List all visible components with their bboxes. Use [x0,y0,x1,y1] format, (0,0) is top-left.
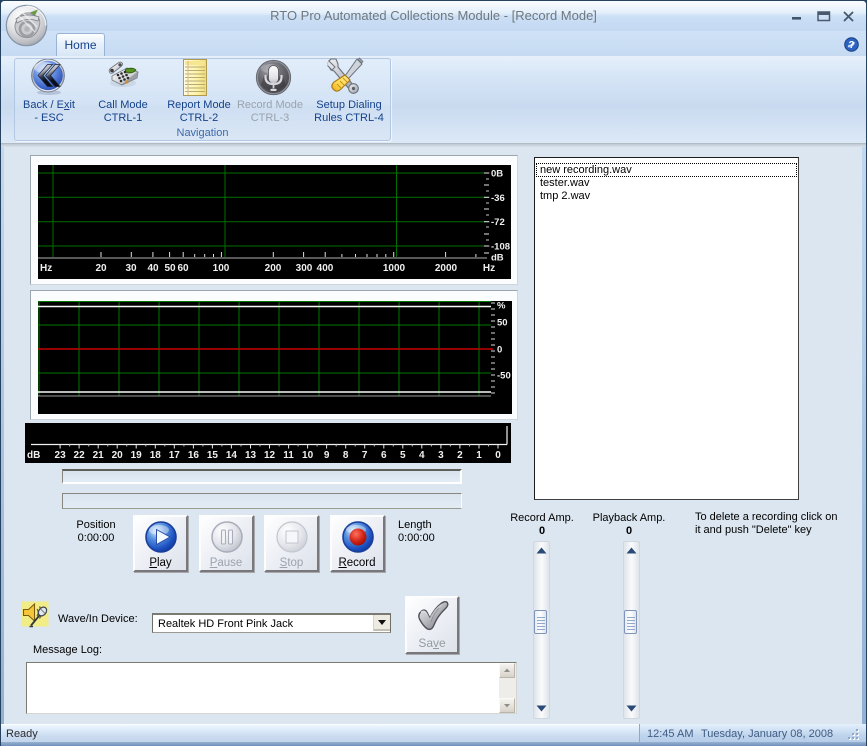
svg-text:23: 23 [55,450,67,461]
svg-text:8: 8 [343,450,349,461]
svg-text:40: 40 [147,263,159,274]
svg-text:9: 9 [324,450,330,461]
svg-text:50: 50 [164,263,176,274]
svg-text:-72: -72 [491,217,505,228]
svg-text:2000: 2000 [435,263,458,274]
svg-text:16: 16 [188,450,200,461]
svg-text:18: 18 [150,450,162,461]
svg-text:7: 7 [362,450,368,461]
svg-text:5: 5 [400,450,406,461]
svg-text:300: 300 [296,263,313,274]
svg-text:19: 19 [131,450,143,461]
svg-text:-108: -108 [491,242,510,253]
svg-text:21: 21 [93,450,105,461]
svg-text:?: ? [848,40,854,51]
svg-text:Hz: Hz [40,263,52,274]
svg-text:6: 6 [381,450,387,461]
svg-text:10: 10 [302,450,314,461]
svg-text:1: 1 [476,450,482,461]
svg-text:13: 13 [245,450,257,461]
svg-text:20: 20 [95,263,107,274]
svg-text:400: 400 [317,263,334,274]
svg-text:22: 22 [74,450,86,461]
svg-text:2: 2 [457,450,463,461]
svg-text:200: 200 [265,263,282,274]
svg-text:15: 15 [207,450,219,461]
svg-text:11: 11 [283,450,294,461]
svg-text:%: % [497,301,506,312]
svg-text:Hz: Hz [483,263,495,274]
svg-text:0B: 0B [491,169,503,180]
svg-text:100: 100 [213,263,230,274]
svg-text:50: 50 [497,318,508,329]
svg-text:60: 60 [177,263,189,274]
svg-text:-50: -50 [497,371,511,382]
svg-text:dB: dB [491,253,504,264]
svg-text:20: 20 [112,450,124,461]
svg-text:14: 14 [226,450,238,461]
svg-text:12: 12 [264,450,276,461]
svg-text:-36: -36 [491,193,505,204]
svg-text:3: 3 [438,450,444,461]
svg-text:0: 0 [495,450,501,461]
svg-text:1000: 1000 [383,263,406,274]
svg-text:17: 17 [169,450,181,461]
svg-text:30: 30 [125,263,137,274]
svg-text:4: 4 [419,450,425,461]
svg-text:0: 0 [497,345,502,356]
svg-text:dB: dB [27,450,40,461]
